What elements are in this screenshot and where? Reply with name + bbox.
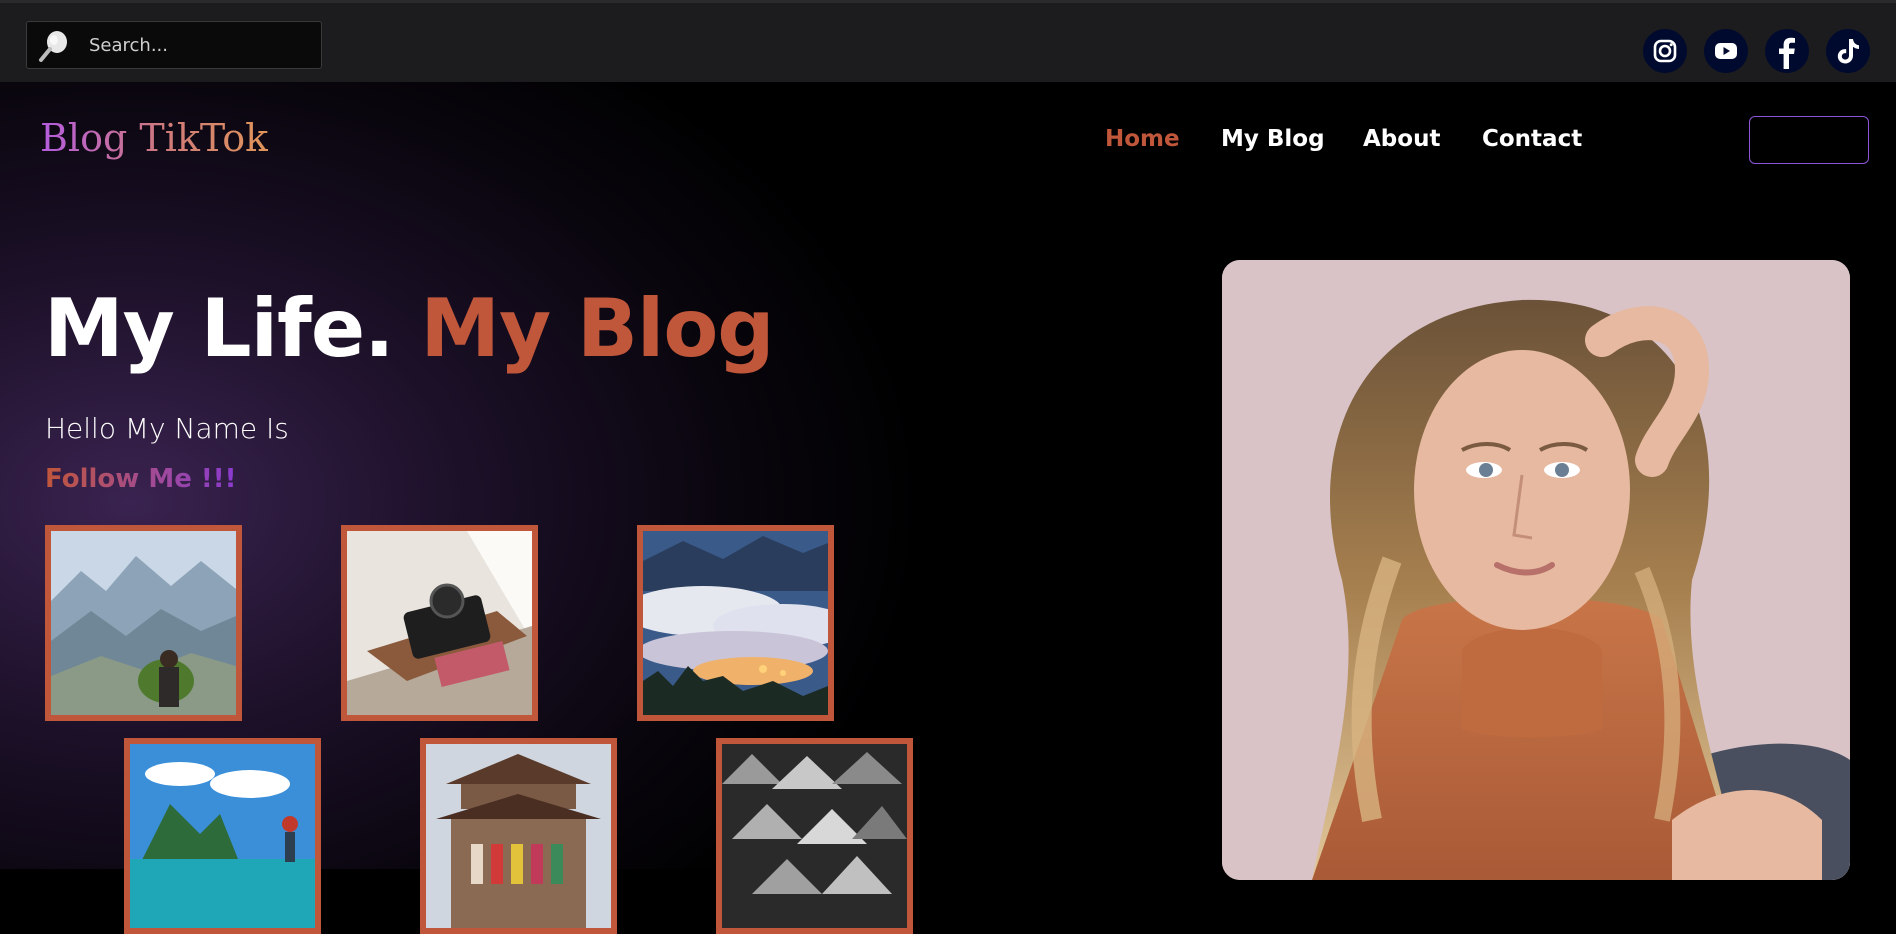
nav-my-blog[interactable]: My Blog [1221,126,1325,152]
gallery-thumb-temple[interactable] [420,738,617,934]
facebook-icon[interactable] [1765,29,1809,73]
portrait-photo [1222,260,1850,880]
hero-portrait [1222,260,1850,880]
camera-photo [347,531,532,715]
gallery-thumb-camera[interactable] [341,525,538,721]
mountain-photo [51,531,236,715]
youtube-icon[interactable] [1704,29,1748,73]
hello-text: Hello My Name Is [45,412,289,445]
search-box[interactable] [26,21,322,69]
gallery-thumb-valley[interactable] [637,525,834,721]
foggy-valley-photo [643,531,828,715]
beach-photo [130,744,315,928]
gallery-thumb-hats[interactable] [716,738,913,934]
main-area: Blog TikTok Home My Blog About Contact M… [0,82,1896,934]
search-input[interactable] [89,22,314,68]
search-icon [37,29,71,63]
hero-title: My Life. My Blog [44,282,775,375]
gallery-thumb-beach[interactable] [124,738,321,934]
tiktok-icon[interactable] [1826,29,1870,73]
site-logo[interactable]: Blog TikTok [40,116,268,160]
temple-photo [426,744,611,928]
gallery-thumb-mountain[interactable] [45,525,242,721]
instagram-icon[interactable] [1643,29,1687,73]
nav-about[interactable]: About [1363,126,1440,152]
top-bar [0,0,1896,82]
header-action-button[interactable] [1749,116,1869,164]
nav-contact[interactable]: Contact [1482,126,1582,152]
nav-home[interactable]: Home [1105,126,1180,152]
hero-title-white: My Life. [44,282,394,375]
hero-title-accent: My Blog [420,282,774,375]
conical-hats-photo [722,744,907,928]
follow-me-link[interactable]: Follow Me !!! [45,464,236,494]
